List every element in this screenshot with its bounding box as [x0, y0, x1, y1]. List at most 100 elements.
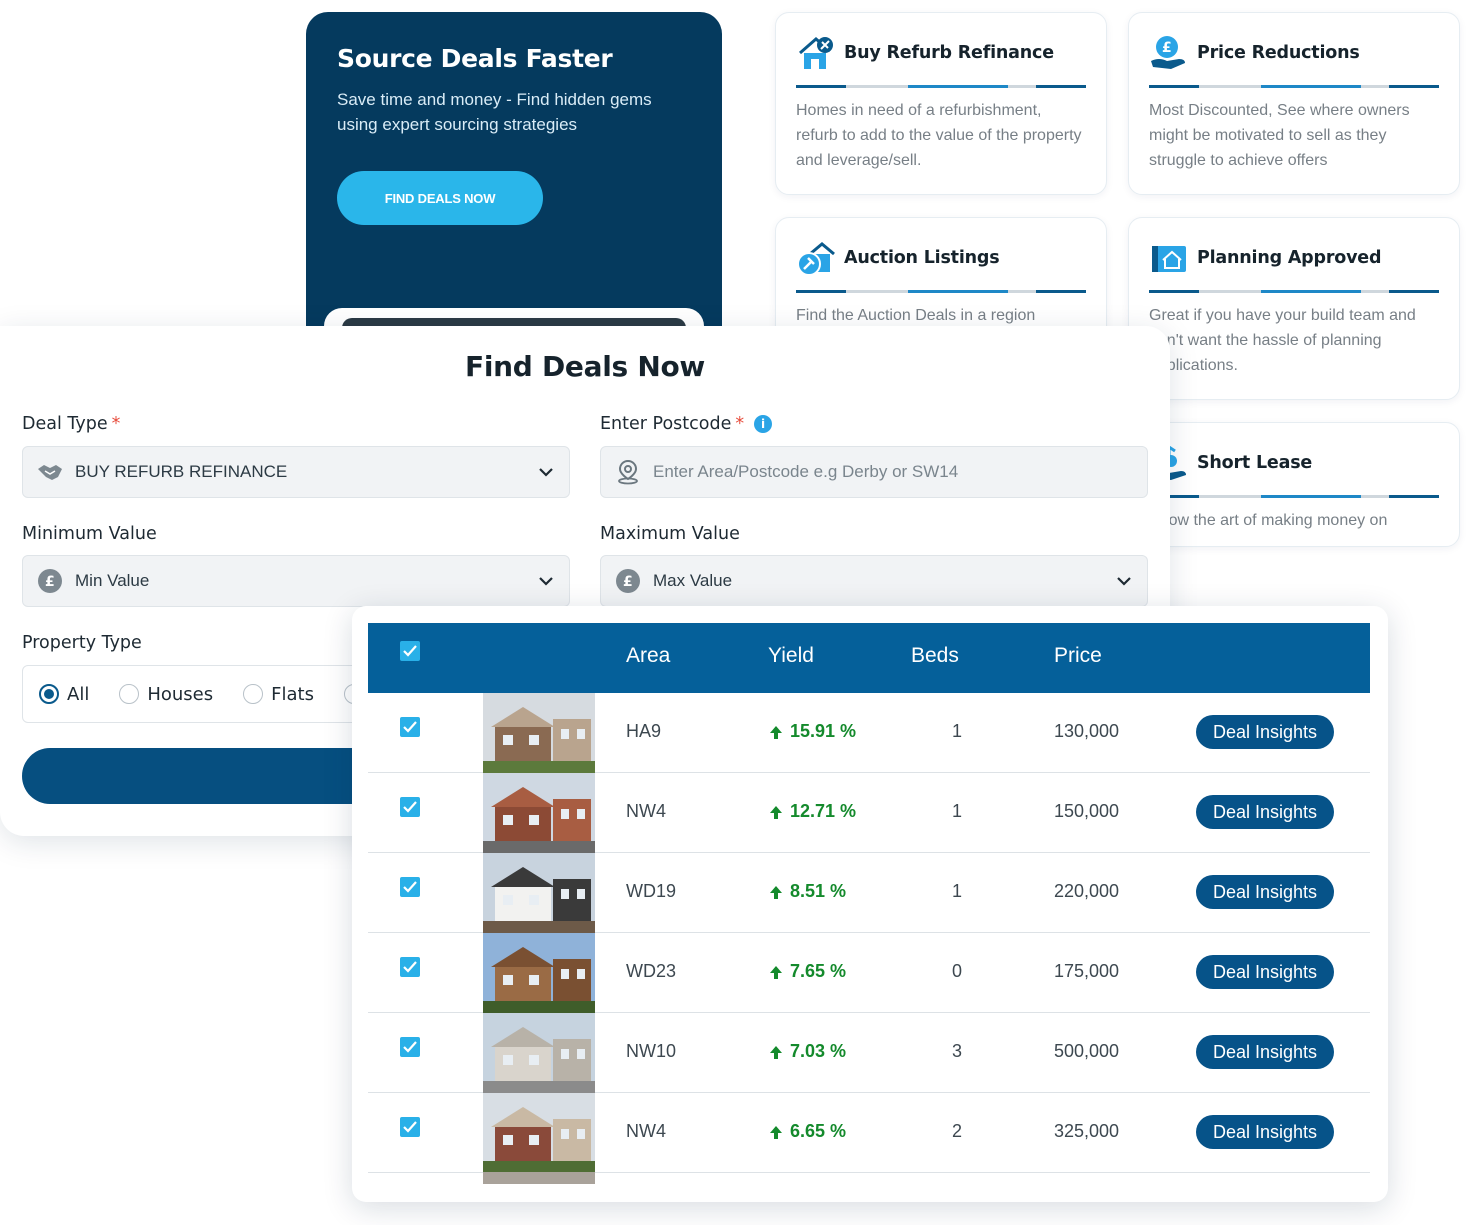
table-row[interactable]: NW10 7.03 % 3 500,000 Deal Insights: [368, 1013, 1370, 1093]
divider: [1149, 85, 1439, 88]
price-cell: 130,000: [1054, 721, 1120, 741]
column-header-beds[interactable]: Beds: [911, 623, 959, 689]
min-value-label: Minimum Value: [22, 524, 157, 544]
row-checkbox[interactable]: [400, 957, 420, 977]
radio-indicator: [243, 684, 264, 704]
blueprint-house-icon: [1152, 246, 1186, 272]
deal-type-select[interactable]: BUY REFURB REFINANCE: [22, 446, 570, 498]
max-value-select[interactable]: £ Max Value: [600, 555, 1148, 607]
area-cell: NW10: [626, 1041, 677, 1061]
radio-flats[interactable]: Flats: [243, 684, 314, 705]
handshake-icon: [38, 465, 62, 480]
table-row[interactable]: WD19 8.51 % 1 220,000 Deal Insights: [368, 853, 1370, 933]
yield-cell: 7.65 %: [768, 961, 846, 982]
deals-table-panel: Area Yield Beds Price HA9 15.91 % 1 130,000…: [352, 606, 1388, 1202]
form-title: Find Deals Now: [465, 350, 705, 383]
property-photo[interactable]: [483, 933, 595, 1013]
feature-card-title: Buy Refurb Refinance: [844, 43, 1054, 63]
table-row[interactable]: NW4 12.71 % 1 150,000 Deal Insights: [368, 773, 1370, 853]
deal-insights-button[interactable]: Deal Insights: [1196, 1115, 1334, 1149]
column-header-price[interactable]: Price: [1054, 623, 1102, 689]
promo-subtitle: Save time and money - Find hidden gems u…: [337, 90, 652, 134]
feature-card-description: Most Discounted, See where owners might …: [1149, 102, 1410, 169]
feature-card-description: Great if you have your build team and do…: [1149, 307, 1416, 374]
arrow-up-icon: [770, 1045, 782, 1059]
property-photo[interactable]: [483, 693, 595, 773]
area-cell: WD23: [626, 961, 677, 981]
feature-card-buy-refurb-refinance[interactable]: Buy Refurb Refinance Homes in need of a …: [775, 12, 1107, 195]
yield-cell: 7.03 %: [768, 1041, 846, 1062]
promo-title: Source Deals Faster: [337, 44, 613, 73]
deal-insights-button[interactable]: Deal Insights: [1196, 1035, 1334, 1069]
postcode-input[interactable]: Enter Area/Postcode e.g Derby or SW14: [600, 446, 1148, 498]
area-cell: HA9: [626, 721, 662, 741]
deal-type-label: Deal Type *: [22, 414, 121, 434]
property-photo[interactable]: [483, 773, 595, 853]
arrow-up-icon: [770, 965, 782, 979]
deal-type-value: BUY REFURB REFINANCE: [75, 462, 288, 481]
chevron-down-icon: [539, 468, 553, 477]
pound-hand-icon: £: [1151, 36, 1185, 69]
property-photo[interactable]: [483, 1093, 595, 1173]
deal-insights-button[interactable]: Deal Insights: [1196, 715, 1334, 749]
feature-card-title: Price Reductions: [1197, 43, 1360, 63]
arrow-up-icon: [770, 885, 782, 899]
row-checkbox[interactable]: [400, 717, 420, 737]
property-photo[interactable]: [483, 1013, 595, 1093]
pound-icon: £: [38, 569, 62, 593]
arrow-up-icon: [770, 1125, 782, 1139]
select-all-checkbox[interactable]: [400, 641, 420, 661]
row-checkbox[interactable]: [400, 877, 420, 897]
beds-cell: 1: [952, 881, 963, 901]
postcode-placeholder: Enter Area/Postcode e.g Derby or SW14: [653, 462, 959, 481]
feature-card-title: Auction Listings: [844, 248, 1000, 268]
location-pin-icon: [618, 459, 638, 485]
feature-card-planning-approved[interactable]: Planning Approved Great if you have your…: [1128, 217, 1460, 400]
divider: [796, 290, 1086, 293]
property-type-label: Property Type: [22, 633, 142, 653]
table-row[interactable]: NW4 6.65 % 2 325,000 Deal Insights: [368, 1093, 1370, 1173]
pound-icon: £: [616, 569, 640, 593]
deal-insights-button[interactable]: Deal Insights: [1196, 955, 1334, 989]
area-cell: NW4: [626, 801, 666, 821]
property-photo-partial: [483, 1172, 595, 1184]
radio-indicator: [119, 684, 140, 704]
table-row[interactable]: WD23 7.65 % 0 175,000 Deal Insights: [368, 933, 1370, 1013]
feature-card-short-lease[interactable]: Short Lease Know the art of making money…: [1128, 422, 1460, 547]
max-value-value: Max Value: [653, 571, 733, 590]
row-checkbox[interactable]: [400, 797, 420, 817]
property-photo[interactable]: [483, 853, 595, 933]
yield-cell: 12.71 %: [768, 801, 856, 822]
row-checkbox[interactable]: [400, 1037, 420, 1057]
column-header-area[interactable]: Area: [626, 623, 670, 689]
auction-house-icon: [797, 242, 835, 276]
radio-indicator-selected: [39, 684, 59, 704]
find-deals-now-button[interactable]: FIND DEALS NOW: [337, 171, 543, 225]
feature-card-price-reductions[interactable]: £ Price Reductions Most Discounted, See …: [1128, 12, 1460, 195]
row-checkbox[interactable]: [400, 1117, 420, 1137]
deal-insights-button[interactable]: Deal Insights: [1196, 795, 1334, 829]
feature-card-title: Short Lease: [1197, 453, 1313, 473]
yield-cell: 6.65 %: [768, 1121, 846, 1142]
svg-text:£: £: [623, 574, 633, 590]
feature-card-description: Know the art of making money on: [1149, 512, 1388, 529]
price-cell: 220,000: [1054, 881, 1120, 901]
beds-cell: 3: [952, 1041, 963, 1061]
info-icon[interactable]: i: [754, 415, 773, 433]
radio-all[interactable]: All: [39, 684, 89, 705]
table-row[interactable]: HA9 15.91 % 1 130,000 Deal Insights: [368, 693, 1370, 773]
arrow-up-icon: [770, 805, 782, 819]
min-value-select[interactable]: £ Min Value: [22, 555, 570, 607]
column-header-yield[interactable]: Yield: [768, 623, 814, 689]
feature-card-title: Planning Approved: [1197, 248, 1382, 268]
table-header: Area Yield Beds Price: [368, 623, 1370, 693]
price-cell: 500,000: [1054, 1041, 1120, 1061]
deal-insights-button[interactable]: Deal Insights: [1196, 875, 1334, 909]
promo-card: Source Deals Faster Save time and money …: [306, 12, 722, 372]
area-cell: NW4: [626, 1121, 666, 1141]
radio-houses[interactable]: Houses: [119, 684, 213, 705]
page: Source Deals Faster Save time and money …: [0, 0, 1470, 1225]
yield-cell: 15.91 %: [768, 721, 856, 742]
beds-cell: 2: [952, 1121, 963, 1141]
price-cell: 150,000: [1054, 801, 1120, 821]
